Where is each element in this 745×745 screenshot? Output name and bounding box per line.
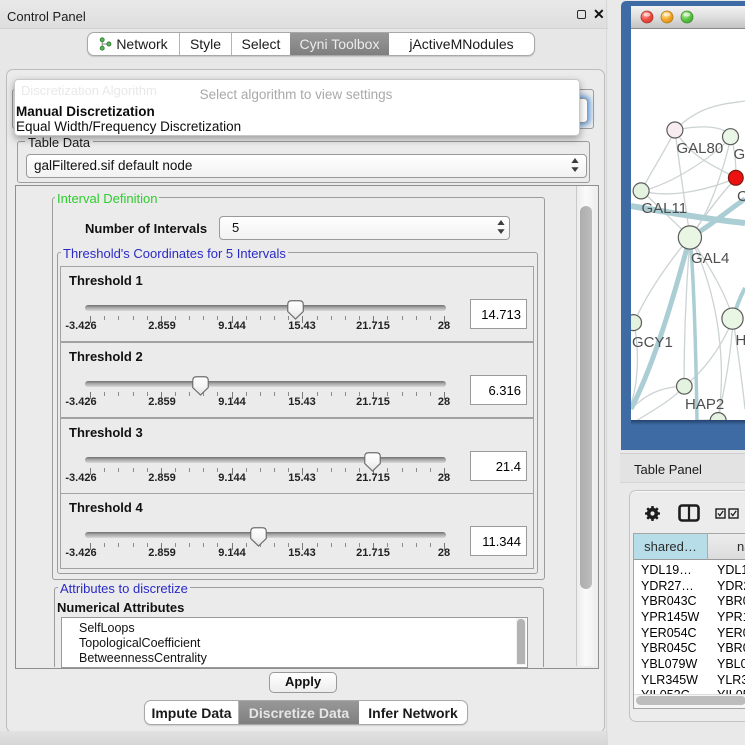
svg-text:GAL4: GAL4 xyxy=(691,250,729,267)
svg-text:C: C xyxy=(737,188,745,205)
svg-text:GCY1: GCY1 xyxy=(632,334,673,351)
svg-text:HA: HA xyxy=(736,332,745,349)
svg-text:GA: GA xyxy=(734,146,745,163)
svg-text:GAL11: GAL11 xyxy=(642,200,688,217)
svg-text:GAL80: GAL80 xyxy=(677,140,724,157)
svg-text:HAP2: HAP2 xyxy=(685,396,724,413)
